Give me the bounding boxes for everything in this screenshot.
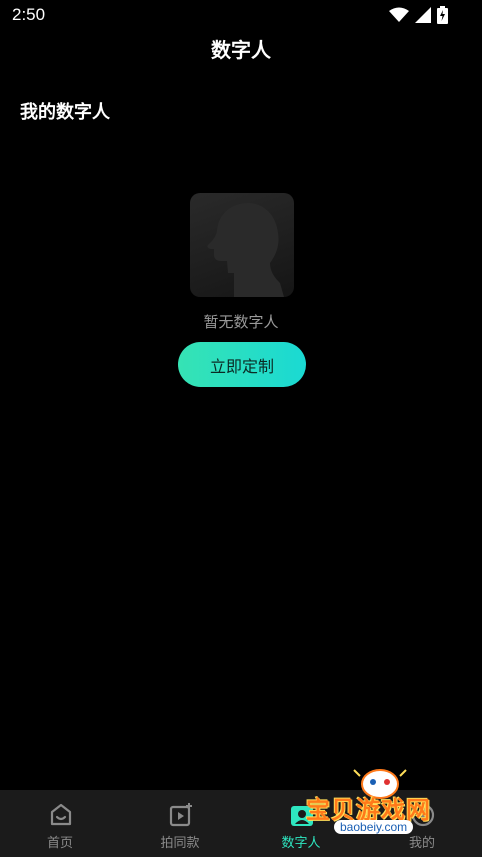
nav-label-home: 首页 (46, 836, 73, 851)
battery-charging-icon (437, 6, 448, 24)
status-icons (389, 6, 448, 24)
video-add-icon (169, 803, 192, 827)
wifi-icon (389, 7, 409, 22)
nav-item-home[interactable]: 首页 (0, 790, 120, 857)
status-time: 2:50 (12, 5, 46, 24)
nav-label-shoot-same: 拍同款 (160, 836, 200, 851)
status-bar: 2:50 (0, 0, 482, 32)
home-icon (50, 803, 72, 826)
signal-icon (415, 7, 431, 23)
watermark: 宝贝游戏网 baobeiy.com (300, 762, 482, 857)
empty-state-text: 暂无数字人 (203, 313, 279, 331)
page-title: 数字人 (211, 38, 271, 62)
head-silhouette-icon (207, 203, 284, 297)
customize-now-button[interactable]: 立即定制 (178, 342, 306, 387)
digital-human-placeholder (190, 193, 294, 297)
section-title: 我的数字人 (20, 102, 110, 123)
nav-item-shoot-same[interactable]: 拍同款 (120, 790, 240, 857)
watermark-url: baobeiy.com (334, 820, 414, 834)
